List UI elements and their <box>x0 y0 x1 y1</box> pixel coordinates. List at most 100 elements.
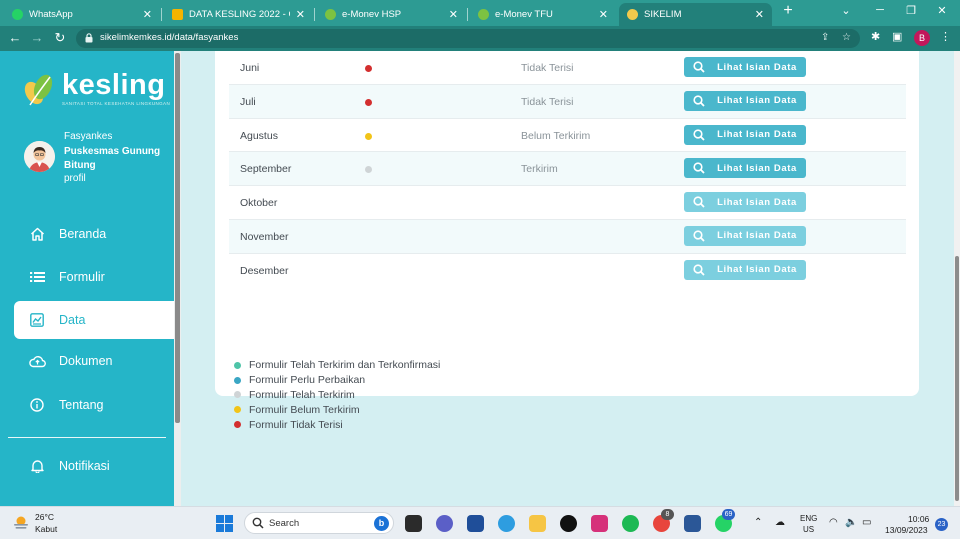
task-view-icon[interactable] <box>405 515 422 532</box>
close-tab-icon[interactable]: ✕ <box>296 8 305 21</box>
address-bar[interactable]: sikelimkemkes.id/data/fasyankes ⇪ ☆ <box>76 29 860 48</box>
close-window-button[interactable]: ✕ <box>932 4 952 17</box>
tab-emonev-tfu[interactable]: e-Monev TFU ✕ <box>470 3 616 26</box>
instagram-icon[interactable] <box>591 515 608 532</box>
tray-chevron-icon[interactable]: ⌃ <box>754 517 762 528</box>
notification-count-badge[interactable]: 23 <box>935 518 948 531</box>
tab-sikelim[interactable]: SIKELIM ✕ <box>619 3 772 26</box>
tab-emonev-hsp[interactable]: e-Monev HSP ✕ <box>317 3 466 26</box>
status-dot <box>365 98 372 106</box>
onedrive-icon[interactable]: ☁ <box>775 517 785 528</box>
search-icon <box>693 196 705 208</box>
speaker-icon[interactable]: 🔈 <box>845 517 857 528</box>
table-row: September Terkirim Lihat Isian Data <box>229 152 906 187</box>
monthly-data-table: Juni Tidak Terisi Lihat Isian Data Juli … <box>229 51 906 288</box>
edge-icon[interactable] <box>498 515 515 532</box>
back-button[interactable]: ← <box>6 30 24 45</box>
kesling-logo[interactable]: kesling SANITASI TOTAL KESEHATAN LINGKUN… <box>20 69 170 109</box>
word-icon[interactable] <box>684 515 701 532</box>
sidebar-item-label: Data <box>59 313 86 327</box>
reload-button[interactable]: ↻ <box>51 30 69 46</box>
search-icon <box>252 517 264 529</box>
legend-dot <box>234 406 241 414</box>
chrome-badge: 8 <box>661 509 674 520</box>
url-text: sikelimkemkes.id/data/fasyankes <box>100 32 239 43</box>
microsoft-store-icon[interactable] <box>467 515 484 532</box>
table-row: November Lihat Isian Data <box>229 219 906 254</box>
sidebar-scrollbar-thumb[interactable] <box>175 53 180 423</box>
weather-fog-icon[interactable] <box>13 515 29 531</box>
sidebar-item-dokumen[interactable]: Dokumen <box>14 342 174 380</box>
restore-button[interactable]: ❐ <box>901 4 921 17</box>
share-icon[interactable]: ⇪ <box>821 32 829 43</box>
tab-search-chevron-icon[interactable]: ⌄ <box>836 4 856 17</box>
view-data-button[interactable]: Lihat Isian Data <box>684 158 806 179</box>
tiktok-icon[interactable] <box>560 515 577 532</box>
browser-toolbar: ← → ↻ sikelimkemkes.id/data/fasyankes ⇪ … <box>0 26 960 51</box>
language-indicator[interactable]: ENG <box>800 514 817 523</box>
sidebar-item-tentang[interactable]: Tentang <box>14 386 174 424</box>
sidebar-item-beranda[interactable]: Beranda <box>14 215 174 253</box>
view-data-button[interactable]: Lihat Isian Data <box>684 90 806 111</box>
spotify-icon[interactable] <box>622 515 639 532</box>
search-icon <box>693 61 705 73</box>
page-scrollbar-thumb[interactable] <box>955 256 959 501</box>
sidebar-item-label: Tentang <box>59 398 104 412</box>
sidebar-item-notifikasi[interactable]: Notifikasi <box>14 447 174 485</box>
battery-icon[interactable]: ▭ <box>862 517 871 528</box>
page-scrollbar[interactable] <box>954 51 960 506</box>
view-data-button[interactable]: Lihat Isian Data <box>684 124 806 145</box>
weather-description: Kabut <box>35 524 58 534</box>
tab-data-kesling[interactable]: DATA KESLING 2022 - Google ✕ <box>164 3 313 26</box>
status-dot <box>365 65 372 72</box>
view-data-button[interactable]: Lihat Isian Data <box>684 259 806 280</box>
view-data-button[interactable]: Lihat Isian Data <box>684 225 806 246</box>
page-viewport: kesling SANITASI TOTAL KESEHATAN LINGKUN… <box>0 51 960 506</box>
forward-button[interactable]: → <box>28 30 46 45</box>
profile-link[interactable]: profil <box>64 173 86 184</box>
view-data-button[interactable]: Lihat Isian Data <box>684 192 806 213</box>
taskbar-search[interactable]: Search b <box>244 512 394 534</box>
sidebar-item-formulir[interactable]: Formulir <box>14 258 174 296</box>
side-panel-icon[interactable]: ▣ <box>892 30 902 43</box>
windows-taskbar: 26°C Kabut Search b 8 69 ⌃ ☁ ENG US ◠ 🔈 … <box>0 506 960 539</box>
clock-time[interactable]: 10:06 <box>908 514 929 524</box>
sidebar-item-data[interactable]: Data <box>14 301 174 339</box>
sidebar: kesling SANITASI TOTAL KESEHATAN LINGKUN… <box>0 51 174 506</box>
google-drive-icon <box>172 9 183 20</box>
whatsapp-badge: 69 <box>722 509 735 520</box>
data-card: Juni Tidak Terisi Lihat Isian Data Juli … <box>215 51 919 431</box>
legend-item: Formulir Telah Terkirim <box>234 388 440 403</box>
bookmark-star-icon[interactable]: ☆ <box>842 32 851 43</box>
bing-icon[interactable]: b <box>374 516 389 531</box>
leaf-logo-icon <box>24 74 53 106</box>
close-tab-icon[interactable]: ✕ <box>599 8 608 21</box>
tab-separator <box>161 8 162 21</box>
file-explorer-icon[interactable] <box>529 515 546 532</box>
extensions-puzzle-icon[interactable]: ✱ <box>871 30 880 43</box>
new-tab-button[interactable]: + <box>778 2 798 20</box>
kebab-menu-icon[interactable]: ⋮ <box>940 30 951 43</box>
legend-dot <box>234 361 241 369</box>
status-dot <box>365 166 372 174</box>
clock-date[interactable]: 13/09/2023 <box>885 525 928 535</box>
search-icon <box>693 230 705 242</box>
close-tab-icon[interactable]: ✕ <box>449 8 458 21</box>
tab-whatsapp[interactable]: WhatsApp ✕ <box>4 3 160 26</box>
tab-separator <box>314 8 315 21</box>
info-icon <box>28 396 46 414</box>
close-tab-icon[interactable]: ✕ <box>755 8 764 21</box>
windows-start-icon[interactable] <box>216 515 233 532</box>
sidebar-scrollbar[interactable] <box>174 51 181 506</box>
view-data-button[interactable]: Lihat Isian Data <box>684 57 806 77</box>
browser-tab-strip: WhatsApp ✕ DATA KESLING 2022 - Google ✕ … <box>0 0 960 26</box>
teams-chat-icon[interactable] <box>436 515 453 532</box>
wifi-icon[interactable]: ◠ <box>829 517 838 528</box>
chart-icon <box>28 311 46 329</box>
profile-avatar[interactable]: B <box>914 30 930 46</box>
keyboard-layout: US <box>803 525 815 534</box>
minimize-button[interactable]: ─ <box>870 4 890 16</box>
avatar[interactable] <box>24 141 55 172</box>
legend-dot <box>234 376 241 384</box>
close-tab-icon[interactable]: ✕ <box>143 8 152 21</box>
